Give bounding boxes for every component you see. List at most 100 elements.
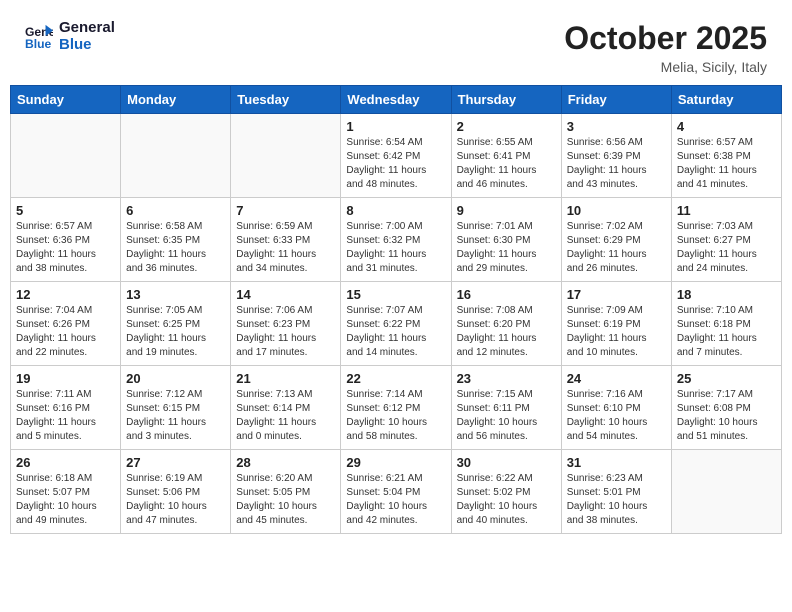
day-info: Sunrise: 7:00 AM Sunset: 6:32 PM Dayligh… (346, 220, 445, 276)
calendar-cell: 16 Sunrise: 7:08 AM Sunset: 6:20 PM Dayli… (451, 282, 561, 366)
day-info: Sunrise: 7:08 AM Sunset: 6:20 PM Dayligh… (457, 304, 556, 360)
day-info: Sunrise: 6:22 AM Sunset: 5:02 PM Dayligh… (457, 472, 556, 528)
day-number: 26 (16, 455, 115, 470)
day-info: Sunrise: 7:07 AM Sunset: 6:22 PM Dayligh… (346, 304, 445, 360)
day-number: 16 (457, 287, 556, 302)
day-number: 4 (677, 119, 776, 134)
calendar-cell (11, 114, 121, 198)
day-number: 25 (677, 371, 776, 386)
day-info: Sunrise: 7:04 AM Sunset: 6:26 PM Dayligh… (16, 304, 115, 360)
day-info: Sunrise: 7:13 AM Sunset: 6:14 PM Dayligh… (236, 388, 335, 444)
day-info: Sunrise: 7:14 AM Sunset: 6:12 PM Dayligh… (346, 388, 445, 444)
day-number: 17 (567, 287, 666, 302)
day-info: Sunrise: 7:16 AM Sunset: 6:10 PM Dayligh… (567, 388, 666, 444)
calendar-cell: 19Sunrise: 7:11 AM Sunset: 6:16 PM Dayli… (11, 366, 121, 450)
logo-line2: Blue (59, 37, 115, 54)
day-info: Sunrise: 7:12 AM Sunset: 6:15 PM Dayligh… (126, 388, 225, 444)
calendar-cell: 14Sunrise: 7:06 AM Sunset: 6:23 PM Dayli… (231, 282, 341, 366)
day-number: 7 (236, 203, 335, 218)
day-info: Sunrise: 7:11 AM Sunset: 6:16 PM Dayligh… (16, 388, 115, 444)
day-number: 28 (236, 455, 335, 470)
day-info: Sunrise: 7:05 AM Sunset: 6:25 PM Dayligh… (126, 304, 225, 360)
day-info: Sunrise: 7:17 AM Sunset: 6:08 PM Dayligh… (677, 388, 776, 444)
svg-text:Blue: Blue (25, 37, 52, 51)
day-number: 1 (346, 119, 445, 134)
day-number: 12 (16, 287, 115, 302)
calendar-cell: 7Sunrise: 6:59 AM Sunset: 6:33 PM Daylig… (231, 198, 341, 282)
calendar-cell: 6Sunrise: 6:58 AM Sunset: 6:35 PM Daylig… (121, 198, 231, 282)
calendar-cell: 11Sunrise: 7:03 AM Sunset: 6:27 PM Dayli… (671, 198, 781, 282)
month-title-block: October 2025 Melia, Sicily, Italy (564, 20, 767, 75)
calendar-cell: 24 Sunrise: 7:16 AM Sunset: 6:10 PM Dayli… (561, 366, 671, 450)
header-tuesday: Tuesday (231, 86, 341, 114)
calendar-cell: 18 Sunrise: 7:10 AM Sunset: 6:18 PM Dayli… (671, 282, 781, 366)
calendar-header-row: SundayMondayTuesdayWednesdayThursdayFrid… (11, 86, 782, 114)
day-info: Sunrise: 7:02 AM Sunset: 6:29 PM Dayligh… (567, 220, 666, 276)
day-info: Sunrise: 7:15 AM Sunset: 6:11 PM Dayligh… (457, 388, 556, 444)
day-number: 29 (346, 455, 445, 470)
header-monday: Monday (121, 86, 231, 114)
location-title: Melia, Sicily, Italy (564, 59, 767, 75)
day-info: Sunrise: 7:06 AM Sunset: 6:23 PM Dayligh… (236, 304, 335, 360)
day-number: 2 (457, 119, 556, 134)
calendar-week-row: 1 Sunrise: 6:54 AM Sunset: 6:42 PM Daylig… (11, 114, 782, 198)
day-number: 10 (567, 203, 666, 218)
calendar-cell: 26 Sunrise: 6:18 AM Sunset: 5:07 PM Dayli… (11, 450, 121, 534)
calendar-cell: 12 Sunrise: 7:04 AM Sunset: 6:26 PM Dayli… (11, 282, 121, 366)
calendar-cell: 17 Sunrise: 7:09 AM Sunset: 6:19 PM Dayli… (561, 282, 671, 366)
day-info: Sunrise: 6:55 AM Sunset: 6:41 PM Dayligh… (457, 136, 556, 192)
header-thursday: Thursday (451, 86, 561, 114)
day-number: 5 (16, 203, 115, 218)
calendar-cell: 21 Sunrise: 7:13 AM Sunset: 6:14 PM Dayli… (231, 366, 341, 450)
day-number: 31 (567, 455, 666, 470)
calendar-table: SundayMondayTuesdayWednesdayThursdayFrid… (10, 85, 782, 534)
day-number: 24 (567, 371, 666, 386)
calendar-cell: 28Sunrise: 6:20 AM Sunset: 5:05 PM Dayli… (231, 450, 341, 534)
day-number: 3 (567, 119, 666, 134)
calendar-cell: 9 Sunrise: 7:01 AM Sunset: 6:30 PM Daylig… (451, 198, 561, 282)
calendar-week-row: 12 Sunrise: 7:04 AM Sunset: 6:26 PM Dayli… (11, 282, 782, 366)
header-saturday: Saturday (671, 86, 781, 114)
day-info: Sunrise: 6:23 AM Sunset: 5:01 PM Dayligh… (567, 472, 666, 528)
day-number: 21 (236, 371, 335, 386)
calendar-cell (671, 450, 781, 534)
calendar-cell: 30Sunrise: 6:22 AM Sunset: 5:02 PM Dayli… (451, 450, 561, 534)
calendar-cell: 8Sunrise: 7:00 AM Sunset: 6:32 PM Daylig… (341, 198, 451, 282)
day-info: Sunrise: 7:01 AM Sunset: 6:30 PM Dayligh… (457, 220, 556, 276)
month-title: October 2025 (564, 20, 767, 57)
calendar-cell: 27Sunrise: 6:19 AM Sunset: 5:06 PM Dayli… (121, 450, 231, 534)
calendar-cell (231, 114, 341, 198)
calendar-cell: 31 Sunrise: 6:23 AM Sunset: 5:01 PM Dayli… (561, 450, 671, 534)
calendar-cell: 13 Sunrise: 7:05 AM Sunset: 6:25 PM Dayli… (121, 282, 231, 366)
day-number: 13 (126, 287, 225, 302)
calendar-cell (121, 114, 231, 198)
day-number: 11 (677, 203, 776, 218)
header-sunday: Sunday (11, 86, 121, 114)
page-header: General Blue General Blue October 2025 M… (10, 10, 782, 80)
day-number: 23 (457, 371, 556, 386)
calendar-cell: 23 Sunrise: 7:15 AM Sunset: 6:11 PM Dayli… (451, 366, 561, 450)
logo-icon: General Blue (25, 23, 53, 51)
calendar-cell: 22Sunrise: 7:14 AM Sunset: 6:12 PM Dayli… (341, 366, 451, 450)
header-wednesday: Wednesday (341, 86, 451, 114)
calendar-cell: 3 Sunrise: 6:56 AM Sunset: 6:39 PM Daylig… (561, 114, 671, 198)
day-number: 15 (346, 287, 445, 302)
calendar-cell: 25 Sunrise: 7:17 AM Sunset: 6:08 PM Dayli… (671, 366, 781, 450)
calendar-cell: 20Sunrise: 7:12 AM Sunset: 6:15 PM Dayli… (121, 366, 231, 450)
calendar-week-row: 19Sunrise: 7:11 AM Sunset: 6:16 PM Dayli… (11, 366, 782, 450)
day-info: Sunrise: 6:21 AM Sunset: 5:04 PM Dayligh… (346, 472, 445, 528)
day-number: 18 (677, 287, 776, 302)
day-info: Sunrise: 6:58 AM Sunset: 6:35 PM Dayligh… (126, 220, 225, 276)
logo: General Blue General Blue (25, 20, 115, 53)
day-info: Sunrise: 6:56 AM Sunset: 6:39 PM Dayligh… (567, 136, 666, 192)
day-info: Sunrise: 6:19 AM Sunset: 5:06 PM Dayligh… (126, 472, 225, 528)
calendar-week-row: 26 Sunrise: 6:18 AM Sunset: 5:07 PM Dayli… (11, 450, 782, 534)
calendar-cell: 10 Sunrise: 7:02 AM Sunset: 6:29 PM Dayli… (561, 198, 671, 282)
day-info: Sunrise: 6:54 AM Sunset: 6:42 PM Dayligh… (346, 136, 445, 192)
day-info: Sunrise: 7:09 AM Sunset: 6:19 PM Dayligh… (567, 304, 666, 360)
day-number: 9 (457, 203, 556, 218)
day-info: Sunrise: 6:18 AM Sunset: 5:07 PM Dayligh… (16, 472, 115, 528)
calendar-cell: 2 Sunrise: 6:55 AM Sunset: 6:41 PM Daylig… (451, 114, 561, 198)
calendar-cell: 4Sunrise: 6:57 AM Sunset: 6:38 PM Daylig… (671, 114, 781, 198)
day-info: Sunrise: 7:10 AM Sunset: 6:18 PM Dayligh… (677, 304, 776, 360)
